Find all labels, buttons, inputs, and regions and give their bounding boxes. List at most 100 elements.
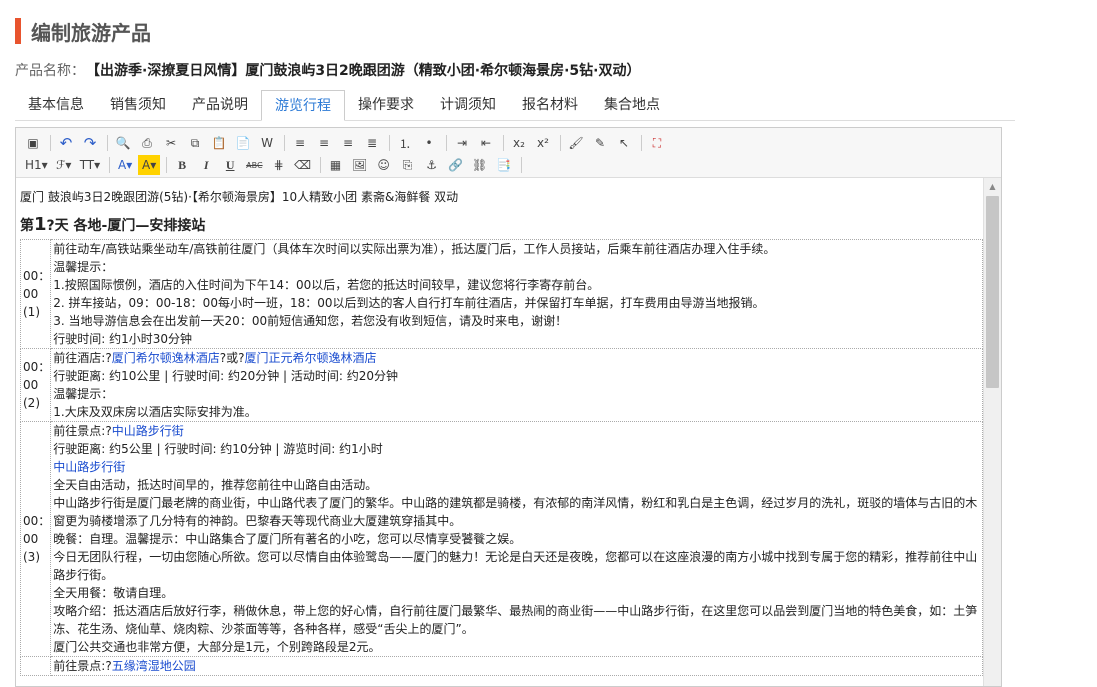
superscript-icon[interactable]: x² [532, 133, 554, 153]
place-link[interactable]: 厦门正元希尔顿逸林酒店 [244, 351, 376, 365]
itinerary-table: 00： 00 (1) 前往动车/高铁站乘坐动车/高铁前往厦门（具体车次时间以实际出票为… [19, 239, 983, 676]
tab-6[interactable]: 计调须知 [427, 90, 509, 120]
tab-bar: 基本信息 销售须知 产品说明 游览行程 操作要求 计调须知 报名材料 集合地点 [15, 90, 1015, 121]
paste-word-icon[interactable]: W [256, 133, 278, 153]
editor-content[interactable]: 厦门 鼓浪屿3日2晚跟团游(5钻)·【希尔顿海景房】10人精致小团 素斋&海鲜餐… [16, 178, 983, 686]
toolbar-separator [166, 157, 168, 173]
select-all-icon[interactable]: ↖ [613, 133, 635, 153]
page-break-icon[interactable]: ⎘ [397, 155, 419, 175]
toolbar-separator [520, 157, 522, 173]
align-right-icon[interactable]: ≡ [337, 133, 359, 153]
table-icon[interactable]: ▦ [325, 155, 347, 175]
detail-line: 2. 拼车接站，09：00-18：00每小时一班，18：00以后到达的客人自行打… [53, 294, 980, 312]
underline-icon[interactable]: U [219, 155, 241, 175]
detail-text: 前往景点:? [53, 659, 112, 673]
bold-icon[interactable]: B [171, 155, 193, 175]
table-row: 00： 00 (2) 前往酒店:?厦门希尔顿逸林酒店?或?厦门正元希尔顿逸林酒店 行驶距… [19, 348, 983, 422]
ordered-list-icon[interactable]: ⒈ [394, 133, 416, 153]
day-heading: 第1?天 各地-厦门—安排接站 [20, 214, 979, 235]
clear-format-icon[interactable]: ✎ [589, 133, 611, 153]
detail-line: 行驶时间: 约1小时30分钟 [53, 330, 980, 348]
eraser-icon[interactable]: ⌫ [292, 155, 314, 175]
place-link[interactable]: 五缘湾湿地公园 [112, 659, 196, 673]
detail-text: 前往景点:? [53, 424, 112, 438]
outdent-icon[interactable]: ⇤ [475, 133, 497, 153]
toolbar-separator [109, 157, 111, 173]
detail-text: 行驶时间: 约1小时30分钟 [53, 332, 193, 346]
scroll-up-arrow-icon[interactable]: ▲ [984, 178, 1001, 194]
font-color-icon[interactable]: A▾ [114, 155, 136, 175]
redo-icon[interactable]: ↷ [79, 133, 101, 153]
detail-line: 前往动车/高铁站乘坐动车/高铁前往厦门（具体车次时间以实际出票为准），抵达厦门后… [53, 240, 980, 258]
tab-1[interactable]: 基本信息 [15, 90, 97, 120]
anchor-icon[interactable]: ⚓ [421, 155, 443, 175]
detail-line: 全天用餐：敬请自理。 [53, 584, 980, 602]
detail-text: 前往动车/高铁站乘坐动车/高铁前往厦门（具体车次时间以实际出票为准），抵达厦门后… [53, 242, 776, 256]
detail-line: 3. 当地导游信息会在出发前一天20：00前短信通知您，若您没有收到短信，请及时… [53, 312, 980, 330]
detail-line: 行驶距离: 约5公里 | 行驶时间: 约10分钟 | 游览时间: 约1小时 [53, 440, 980, 458]
align-left-icon[interactable]: ≡ [289, 133, 311, 153]
strikethrough-icon[interactable]: ABC [243, 155, 265, 175]
detail-text: 前往酒店:? [53, 351, 112, 365]
paste-text-icon[interactable]: 📄 [232, 133, 254, 153]
link-icon[interactable]: 🔗 [445, 155, 467, 175]
scroll-thumb[interactable] [986, 196, 999, 388]
highlight-color-icon[interactable]: A▾ [138, 155, 161, 175]
detail-text: 温馨提示： [53, 387, 114, 401]
detail-line: 厦门公共交通也非常方便，大部分是1元，个别跨路段是2元。 [53, 638, 980, 656]
tab-5[interactable]: 操作要求 [345, 90, 427, 120]
place-link[interactable]: 中山路步行街 [53, 460, 125, 474]
italic-icon[interactable]: I [195, 155, 217, 175]
time-text: (2) [23, 396, 40, 410]
cut-icon[interactable]: ✂ [160, 133, 182, 153]
source-code-icon[interactable]: ⛶ [646, 133, 668, 153]
toolbar-separator [560, 135, 561, 151]
toolbar-separator [284, 135, 285, 151]
detail-line: 今日无团队行程，一切由您随心所欲。您可以尽情自由体验鹭岛——厦门的魅力！无论是白… [53, 548, 980, 584]
time-text: 00 [23, 378, 39, 392]
detail-text: 3. 当地导游信息会在出发前一天20：00前短信通知您，若您没有收到短信，请及时… [53, 314, 568, 328]
itinerary-intro: 厦门 鼓浪屿3日2晚跟团游(5钻)·【希尔顿海景房】10人精致小团 素斋&海鲜餐… [20, 190, 459, 204]
vertical-scrollbar[interactable]: ▲ [983, 178, 1001, 686]
product-name-label: 产品名称： [15, 63, 85, 79]
unordered-list-icon[interactable]: • [418, 133, 440, 153]
undo-icon[interactable]: ↶ [55, 133, 77, 153]
detail-text: 行驶距离: 约10公里 | 行驶时间: 约20分钟 | 活动时间: 约20分钟 [53, 369, 399, 383]
format-brush-icon[interactable]: 🖌 [565, 133, 587, 153]
tab-3[interactable]: 产品说明 [179, 90, 261, 120]
indent-icon[interactable]: ⇥ [451, 133, 473, 153]
tab-2[interactable]: 销售须知 [97, 90, 179, 120]
subscript-icon[interactable]: x₂ [508, 133, 530, 153]
insert-image-icon[interactable]: 🖼 [349, 155, 371, 175]
emoticon-icon[interactable]: ☺ [373, 155, 395, 175]
preview-icon[interactable]: 🔍 [112, 133, 134, 153]
place-link[interactable]: 中山路步行街 [112, 424, 184, 438]
detail-line: 中山路步行街 [53, 458, 980, 476]
time-text: 00： [23, 360, 51, 374]
copy-icon[interactable]: ⧉ [184, 133, 206, 153]
tab-4[interactable]: 游览行程 [261, 90, 345, 121]
detail-text: 今日无团队行程，一切由您随心所欲。您可以尽情自由体验鹭岛——厦门的魅力！无论是白… [53, 550, 978, 582]
detail-text: 温馨提示： [53, 260, 114, 274]
line-height-icon[interactable]: ⋕ [268, 155, 290, 175]
paste-icon[interactable]: 📋 [208, 133, 230, 153]
align-justify-icon[interactable]: ≣ [361, 133, 383, 153]
toolbar-separator [389, 135, 390, 151]
tab-8[interactable]: 集合地点 [591, 90, 673, 120]
template-icon[interactable]: 📑 [493, 155, 515, 175]
align-center-icon[interactable]: ≡ [313, 133, 335, 153]
unlink-icon[interactable]: ⛓ [469, 155, 491, 175]
editor-toolbar: ▣ ↶ ↷ 🔍 ⎙ ✂ ⧉ 📋 📄 W ≡ ≡ ≡ ≣ ⒈ • ⇥ ⇤ x₂ x² 🖌 ✎ ↖ ⛶ H1▾ ℱ▾ TT▾ A▾ A▾ B… [16, 128, 1001, 178]
time-text: (3) [23, 550, 40, 564]
time-text: 00： [23, 514, 51, 528]
print-icon[interactable]: ⎙ [136, 133, 158, 153]
time-cell: 00： 00 (2) [19, 348, 52, 422]
fullscreen-icon[interactable]: ▣ [22, 133, 44, 153]
detail-line: 温馨提示： [53, 258, 980, 276]
heading-icon[interactable]: H1▾ [22, 155, 51, 175]
tab-7[interactable]: 报名材料 [509, 90, 591, 120]
font-family-icon[interactable]: ℱ▾ [53, 155, 75, 175]
time-text: 00 [23, 287, 39, 301]
place-link[interactable]: 厦门希尔顿逸林酒店 [112, 351, 220, 365]
font-size-icon[interactable]: TT▾ [77, 155, 103, 175]
